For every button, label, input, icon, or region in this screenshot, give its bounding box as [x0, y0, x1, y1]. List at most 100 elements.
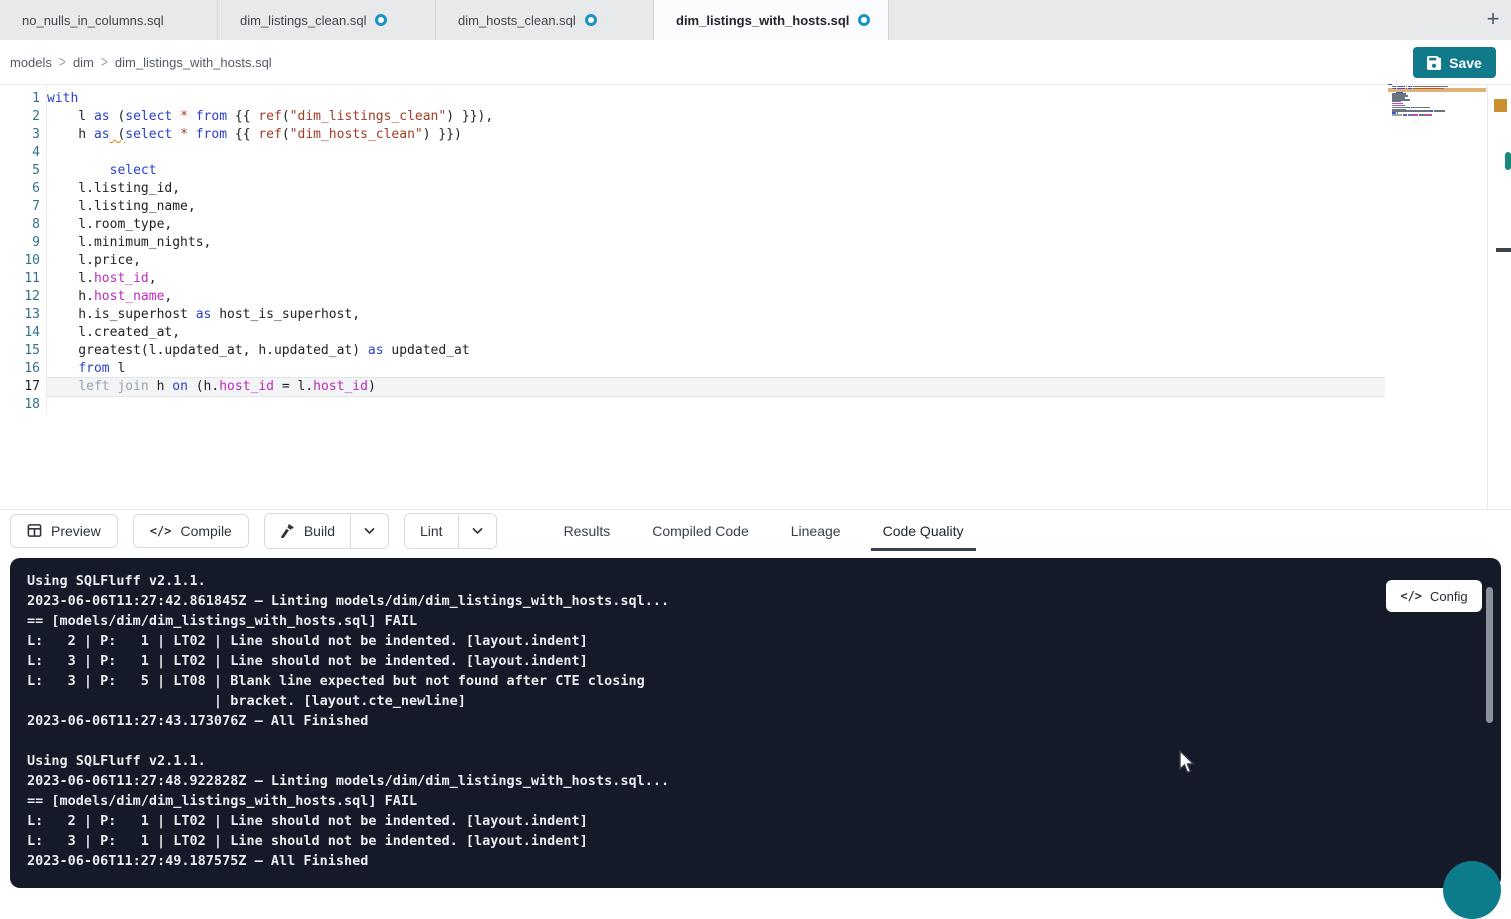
unsaved-changes-icon — [375, 14, 387, 26]
line-number: 8 — [0, 216, 40, 234]
lint-label: Lint — [420, 523, 443, 539]
code-line[interactable]: l as (select * from {{ ref("dim_listings… — [47, 108, 1385, 126]
terminal-line: | bracket. [layout.cte_newline] — [27, 691, 1461, 711]
config-button[interactable]: </> Config — [1386, 580, 1482, 612]
line-number: 16 — [0, 360, 40, 378]
code-line[interactable]: h.is_superhost as host_is_superhost, — [47, 306, 1385, 324]
code-line[interactable]: l.room_type, — [47, 216, 1385, 234]
build-dropdown-button[interactable] — [350, 514, 388, 548]
help-button[interactable] — [1443, 861, 1501, 919]
build-label: Build — [304, 523, 335, 539]
chevron-down-icon — [471, 524, 484, 537]
code-line[interactable] — [47, 396, 1385, 414]
line-number: 7 — [0, 198, 40, 216]
new-tab-button[interactable]: + — [1480, 6, 1506, 32]
code-line[interactable]: h.host_name, — [47, 288, 1385, 306]
terminal-scrollbar-thumb[interactable] — [1486, 587, 1493, 723]
tab-compiled-code[interactable]: Compiled Code — [640, 510, 761, 551]
chevron-down-icon — [363, 524, 376, 537]
terminal-line: L: 2 | P: 1 | LT02 | Line should not be … — [27, 631, 1461, 651]
breadcrumb: models > dim > dim_listings_with_hosts.sql — [10, 40, 272, 84]
line-number: 9 — [0, 234, 40, 252]
breadcrumb-item-dim-listings-with-hosts-sql[interactable]: dim_listings_with_hosts.sql — [115, 55, 272, 70]
code-line[interactable]: h as (select * from {{ ref("dim_hosts_cl… — [47, 126, 1385, 144]
line-number: 14 — [0, 324, 40, 342]
code-line[interactable]: l.listing_name, — [47, 198, 1385, 216]
breadcrumb-bar: models > dim > dim_listings_with_hosts.sql — [0, 40, 1511, 85]
breadcrumb-separator-icon: > — [59, 53, 66, 71]
breadcrumb-item-models[interactable]: models — [10, 55, 52, 70]
plus-icon: + — [1487, 6, 1500, 32]
code-line[interactable]: with — [47, 90, 1385, 108]
ruler-warning-marker — [1494, 99, 1507, 112]
build-button[interactable]: Build — [265, 514, 350, 548]
line-number: 10 — [0, 252, 40, 270]
file-tab-dim-listings-clean-sql[interactable]: dim_listings_clean.sql — [218, 0, 436, 40]
tab-bar: no_nulls_in_columns.sql dim_listings_clea… — [0, 0, 1511, 40]
lint-dropdown-button[interactable] — [458, 514, 496, 548]
build-button-group: Build — [264, 513, 389, 549]
line-number: 11 — [0, 270, 40, 288]
table-icon — [27, 523, 42, 538]
line-number: 5 — [0, 162, 40, 180]
terminal-line: L: 3 | P: 5 | LT08 | Blank line expected… — [27, 671, 1461, 691]
save-label: Save — [1449, 55, 1482, 71]
breadcrumb-item-dim[interactable]: dim — [73, 55, 94, 70]
line-number: 13 — [0, 306, 40, 324]
lint-button-group: Lint — [404, 513, 497, 549]
terminal-output: Using SQLFluff v2.1.1.2023-06-06T11:27:4… — [27, 571, 1461, 871]
compile-button[interactable]: </> Compile — [133, 514, 249, 548]
preview-label: Preview — [51, 523, 101, 539]
terminal-line: == [models/dim/dim_listings_with_hosts.s… — [27, 791, 1461, 811]
breadcrumb-separator-icon: > — [101, 53, 108, 71]
terminal-line — [27, 731, 1461, 751]
code-line[interactable]: l.minimum_nights, — [47, 234, 1385, 252]
line-number: 15 — [0, 342, 40, 360]
terminal-line: 2023-06-06T11:27:48.922828Z — Linting mo… — [27, 771, 1461, 791]
terminal-line: Using SQLFluff v2.1.1. — [27, 751, 1461, 771]
minimap-line — [1388, 116, 1486, 118]
unsaved-changes-icon — [858, 14, 870, 26]
code-editor[interactable]: 123456789101112131415161718 with l as (s… — [0, 85, 1511, 509]
lint-button[interactable]: Lint — [405, 514, 458, 548]
terminal-line: L: 3 | P: 1 | LT02 | Line should not be … — [27, 831, 1461, 851]
file-tab-label: dim_listings_clean.sql — [240, 13, 366, 28]
code-content[interactable]: with l as (select * from {{ ref("dim_lis… — [47, 90, 1385, 414]
code-line[interactable]: l.listing_id, — [47, 180, 1385, 198]
preview-button[interactable]: Preview — [10, 514, 118, 548]
line-number: 6 — [0, 180, 40, 198]
tab-lineage[interactable]: Lineage — [779, 510, 853, 551]
terminal-line: == [models/dim/dim_listings_with_hosts.s… — [27, 611, 1461, 631]
code-line[interactable]: greatest(l.updated_at, h.updated_at) as … — [47, 342, 1385, 360]
line-number: 12 — [0, 288, 40, 306]
terminal-line: L: 2 | P: 1 | LT02 | Line should not be … — [27, 811, 1461, 831]
line-number: 3 — [0, 126, 40, 144]
compile-label: Compile — [180, 523, 231, 539]
tab-code-quality[interactable]: Code Quality — [871, 510, 976, 551]
code-icon: </> — [1400, 589, 1422, 603]
save-icon — [1427, 56, 1441, 70]
code-line[interactable] — [47, 144, 1385, 162]
code-line[interactable]: l.price, — [47, 252, 1385, 270]
terminal-line: 2023-06-06T11:27:42.861845Z — Linting mo… — [27, 591, 1461, 611]
file-tab-label: no_nulls_in_columns.sql — [22, 13, 164, 28]
ruler-cursor-marker — [1496, 248, 1511, 252]
file-tab-dim-hosts-clean-sql[interactable]: dim_hosts_clean.sql — [436, 0, 654, 40]
line-number: 17 — [0, 378, 40, 396]
terminal-line: L: 3 | P: 1 | LT02 | Line should not be … — [27, 651, 1461, 671]
code-line-current[interactable]: left join h on (h.host_id = l.host_id) — [47, 378, 1385, 396]
save-button[interactable]: Save — [1413, 47, 1496, 78]
file-tab-dim-listings-with-hosts-sql[interactable]: dim_listings_with_hosts.sql — [654, 0, 889, 40]
code-line[interactable]: l.host_id, — [47, 270, 1385, 288]
minimap[interactable] — [1388, 84, 1486, 118]
file-tab-no-nulls-in-columns-sql[interactable]: no_nulls_in_columns.sql — [0, 0, 218, 40]
editor-scrollbar-thumb[interactable] — [1505, 152, 1511, 170]
terminal-line: Using SQLFluff v2.1.1. — [27, 571, 1461, 591]
code-line[interactable]: select — [47, 162, 1385, 180]
code-line[interactable]: from l — [47, 360, 1385, 378]
file-tab-label: dim_hosts_clean.sql — [458, 13, 576, 28]
terminal-line: 2023-06-06T11:27:49.187575Z — All Finish… — [27, 851, 1461, 871]
code-line[interactable]: l.created_at, — [47, 324, 1385, 342]
line-number: 18 — [0, 396, 40, 414]
tab-results[interactable]: Results — [552, 510, 623, 551]
